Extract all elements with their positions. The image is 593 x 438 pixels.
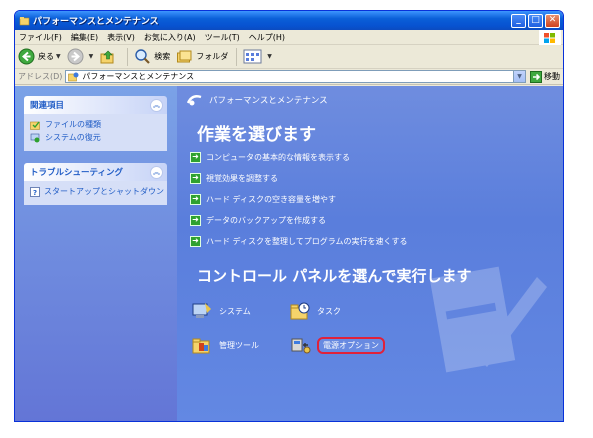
minimize-button[interactable]: _ [511, 13, 526, 28]
go-label: 移動 [544, 72, 560, 81]
troubleshooting-panel: トラブルシューティング ︽ ? スタートアップとシャットダウン [24, 163, 167, 205]
task-label: ハード ディスクの空き容量を増やす [206, 194, 336, 204]
green-arrow-icon: ➜ [190, 235, 201, 247]
toolbar-separator [127, 47, 129, 66]
system-icon [191, 301, 213, 321]
menu-view[interactable]: 表示(V) [107, 32, 135, 43]
task-link[interactable]: ➜ 視覚効果を調整する [190, 172, 563, 184]
category-title: パフォーマンスとメンテナンス [209, 96, 328, 106]
explorer-window: パフォーマンスとメンテナンス _ □ ✕ ファイル(F) 編集(E) 表示(V)… [14, 10, 564, 422]
link-system-restore[interactable]: システムの復元 [30, 132, 161, 143]
link-file-types-label: ファイルの種類 [45, 120, 101, 129]
folders-button[interactable]: フォルダ [176, 48, 228, 65]
menu-tools[interactable]: ツール(T) [205, 32, 240, 43]
address-dropdown-icon[interactable]: ▼ [513, 71, 525, 82]
address-value: パフォーマンスとメンテナンス [82, 72, 195, 81]
green-arrow-icon: ➜ [190, 151, 201, 163]
task-link[interactable]: ➜ ハード ディスクを整理してプログラムの実行を速くする [190, 235, 563, 247]
forward-button[interactable]: ▼ [67, 48, 93, 65]
folder-icon [19, 15, 30, 26]
close-button[interactable]: ✕ [545, 13, 560, 28]
task-link[interactable]: ➜ データのバックアップを作成する [190, 214, 563, 226]
collapse-chevron-icon[interactable]: ︽ [150, 98, 163, 112]
tasks-label: タスク [317, 306, 341, 316]
address-input[interactable]: パフォーマンスとメンテナンス ▼ [65, 70, 526, 83]
system-restore-icon [30, 133, 41, 143]
views-button[interactable]: ▼ [243, 49, 272, 64]
task-link[interactable]: ➜ ハード ディスクの空き容量を増やす [190, 193, 563, 205]
address-label: アドレス(D) [18, 72, 63, 81]
back-arrow-icon [18, 48, 35, 65]
system-link[interactable]: システム [191, 301, 289, 321]
up-folder-button[interactable] [99, 48, 119, 65]
help-icon: ? [30, 186, 40, 197]
category-icon [187, 93, 203, 107]
troubleshooting-body: ? スタートアップとシャットダウン [24, 181, 167, 205]
watermark-icon [429, 266, 547, 373]
folders-icon [177, 50, 192, 63]
address-bar: アドレス(D) パフォーマンスとメンテナンス ▼ 移動 [15, 69, 563, 85]
tasks-link[interactable]: タスク [289, 301, 387, 321]
task-link[interactable]: ➜ コンピュータの基本的な情報を表示する [190, 151, 563, 163]
main-pane: パフォーマンスとメンテナンス 作業を選びます ➜ コンピュータの基本的な情報を表… [177, 86, 563, 421]
power-options-icon [289, 335, 311, 355]
admin-tools-label: 管理ツール [219, 340, 259, 350]
back-label: 戻る [38, 52, 54, 61]
task-heading: 作業を選びます [197, 125, 316, 145]
go-button[interactable]: 移動 [530, 70, 560, 83]
back-button[interactable]: 戻る ▼ [18, 48, 61, 65]
link-file-types[interactable]: ファイルの種類 [30, 119, 161, 130]
views-icon [243, 49, 262, 64]
admin-tools-icon [191, 335, 213, 355]
search-icon [135, 49, 151, 64]
control-panel-icon [68, 72, 79, 82]
go-arrow-icon [530, 70, 542, 83]
menu-edit[interactable]: 編集(E) [71, 32, 98, 43]
related-topics-title: 関連項目 [30, 101, 65, 111]
file-types-icon [30, 120, 41, 130]
green-arrow-icon: ➜ [190, 214, 201, 226]
power-options-label: 電源オプション [317, 336, 385, 354]
task-label: コンピュータの基本的な情報を表示する [206, 152, 350, 162]
svg-text:?: ? [33, 189, 37, 197]
forward-arrow-icon [67, 48, 84, 65]
windows-logo-icon [539, 30, 561, 45]
menu-favorites[interactable]: お気に入り(A) [144, 32, 196, 43]
task-label: データのバックアップを作成する [206, 215, 326, 225]
related-topics-header[interactable]: 関連項目 ︽ [24, 96, 167, 114]
up-folder-icon [100, 50, 114, 64]
menu-help[interactable]: ヘルプ(H) [249, 32, 285, 43]
green-arrow-icon: ➜ [190, 193, 201, 205]
menu-bar: ファイル(F) 編集(E) 表示(V) お気に入り(A) ツール(T) ヘルプ(… [15, 30, 563, 45]
folders-label: フォルダ [196, 52, 229, 61]
category-header: パフォーマンスとメンテナンス [177, 86, 563, 108]
admin-tools-link[interactable]: 管理ツール [191, 335, 289, 355]
scheduled-tasks-icon [289, 301, 311, 321]
troubleshooting-title: トラブルシューティング [30, 168, 123, 178]
power-options-link[interactable]: 電源オプション [289, 335, 387, 355]
related-topics-panel: 関連項目 ︽ ファイルの種類 システムの復元 [24, 96, 167, 151]
search-button[interactable]: 検索 [134, 48, 170, 65]
task-pane: 関連項目 ︽ ファイルの種類 システムの復元 トラブルシューティング ︽ ? ス… [15, 86, 177, 421]
toolbar-separator [236, 47, 238, 66]
troubleshooting-header[interactable]: トラブルシューティング ︽ [24, 163, 167, 181]
green-arrow-icon: ➜ [190, 172, 201, 184]
toolbar: 戻る ▼ ▼ 検索 フォルダ ▼ [15, 45, 563, 69]
system-label: システム [219, 306, 251, 316]
title-bar: パフォーマンスとメンテナンス _ □ ✕ [15, 11, 563, 30]
link-startup-shutdown[interactable]: ? スタートアップとシャットダウン [30, 186, 164, 197]
window-title: パフォーマンスとメンテナンス [33, 17, 159, 27]
related-topics-body: ファイルの種類 システムの復元 [24, 114, 167, 151]
link-startup-shutdown-label: スタートアップとシャットダウン [44, 187, 164, 196]
collapse-chevron-icon[interactable]: ︽ [150, 165, 163, 179]
link-system-restore-label: システムの復元 [45, 133, 101, 142]
task-label: 視覚効果を調整する [206, 173, 278, 183]
maximize-button[interactable]: □ [528, 13, 543, 28]
content-area: 関連項目 ︽ ファイルの種類 システムの復元 トラブルシューティング ︽ ? ス… [15, 86, 563, 421]
task-label: ハード ディスクを整理してプログラムの実行を速くする [206, 236, 408, 246]
menu-file[interactable]: ファイル(F) [19, 32, 62, 43]
search-label: 検索 [154, 52, 171, 61]
